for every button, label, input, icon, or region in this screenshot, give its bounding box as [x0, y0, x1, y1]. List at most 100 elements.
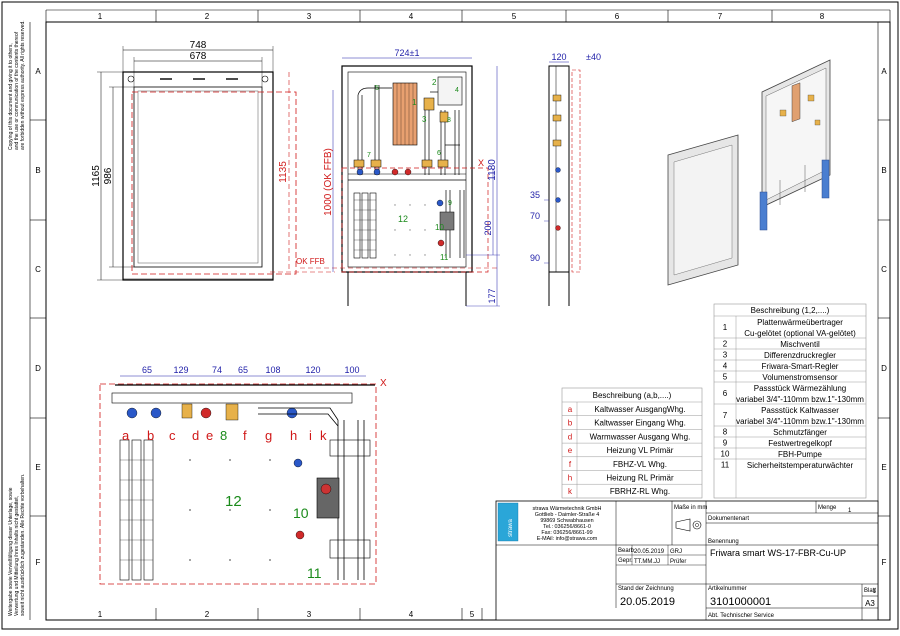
center-x-mark: X: [478, 158, 484, 168]
column-label-bottom: 3: [307, 610, 312, 619]
legend-alpha-table: Beschreibung (a,b,....) a Kaltwasser Ausg…: [561, 387, 703, 499]
detail-letter: d: [192, 428, 199, 443]
legend-numeric-text: FBH-Pumpe: [778, 450, 823, 459]
logo-text: strawa: [508, 519, 514, 537]
legend-numeric-text: Mischventil: [780, 340, 820, 349]
legend-alpha-text: Kaltwasser Eingang Whg.: [594, 419, 686, 428]
row-label-right: E: [881, 463, 886, 472]
legend-numeric-text: Schmutzfänger: [773, 428, 827, 437]
detail-letter: h: [290, 428, 297, 443]
legend-alpha-key: a: [568, 405, 573, 414]
legend-numeric-text: Sicherheitstemperaturwächter: [747, 461, 854, 470]
detail-dim: 65: [142, 365, 152, 375]
height-177: 177: [487, 288, 497, 303]
weitergabe-line: soweit nicht ausdrücklich zugestanden. A…: [20, 474, 26, 616]
side-dim-70: 70: [530, 211, 540, 221]
detail-letter: f: [243, 428, 247, 443]
ok-ffb-label: OK FFB: [296, 257, 325, 266]
column-label: 6: [615, 12, 620, 21]
column-label: 2: [205, 12, 210, 21]
legend-numeric-key: 2: [723, 340, 728, 349]
legend-numeric-key: 5: [723, 373, 728, 382]
side-dim-35: 35: [530, 190, 540, 200]
row-label-right: B: [881, 166, 886, 175]
detail-num-12: 12: [225, 493, 242, 510]
front-view: 748 678 1165 986: [91, 40, 297, 281]
artikel-value: 3101000001: [710, 596, 771, 608]
gepr-label: Gepr.: [618, 558, 633, 564]
stand-label: Stand der Zeichnung: [618, 586, 674, 592]
center-label-6: 6: [437, 150, 441, 157]
center-label-1: 1: [412, 98, 417, 107]
massstab-label: Maße in mm: [674, 505, 707, 511]
center-label-5: 5: [375, 85, 379, 92]
legend-alpha-text: Warmwasser Ausgang Whg.: [590, 432, 691, 441]
gepr-name: Prüfer: [670, 559, 686, 565]
legend-alpha-text: Heizung VL Primär: [607, 446, 674, 455]
detail-x-mark: X: [380, 378, 387, 389]
legend-numeric-key: 3: [723, 351, 728, 360]
height-200: 200: [483, 220, 493, 235]
company-line: E-MAil: info@strawa.com: [537, 536, 598, 542]
center-view: 5 2 4 1 3 8 6 7 9 10 11 12 724±1 OK FFB …: [296, 48, 500, 307]
legend-numeric-table: Beschreibung (1,2,....) 1 Plattenwärmeübe…: [713, 303, 867, 499]
column-label: 7: [718, 12, 723, 21]
legend-numeric-key: 8: [723, 428, 728, 437]
legend-numeric-key: 4: [723, 362, 728, 371]
detail-letter: b: [147, 428, 154, 443]
copyright-line: are forbidden without express authority.…: [20, 20, 26, 150]
detail-letter: k: [320, 428, 327, 443]
format-value: A3: [865, 599, 875, 608]
detail-letter: e: [206, 428, 213, 443]
row-label-right: A: [881, 67, 887, 76]
legend-numeric-text: Passstück Kaltwasser: [761, 406, 839, 415]
title-block: strawa strawa Wärmetechnik GmbH Gottlieb…: [495, 500, 879, 621]
row-label: A: [35, 67, 41, 76]
center-label-4: 4: [455, 87, 459, 94]
abteilung-label: Abt. Technischer Service: [708, 613, 775, 619]
legend-alpha-text: FBRHZ-RL Whg.: [610, 487, 670, 496]
legend-numeric-title: Beschreibung (1,2,....): [751, 306, 830, 315]
column-label-bottom: 4: [409, 610, 414, 619]
column-label: 8: [820, 12, 825, 21]
gepr-date: TT.MM.JJ: [634, 559, 660, 565]
detail-dim: 100: [344, 365, 359, 375]
legend-numeric-text: Differenzdruckregler: [764, 351, 836, 360]
legend-numeric-key: 1: [723, 323, 728, 332]
column-label-bottom: 1: [98, 610, 103, 619]
center-label-11: 11: [440, 253, 449, 262]
detail-num-10: 10: [293, 505, 309, 521]
front-width-inner: 678: [190, 51, 207, 62]
legend-alpha-key: h: [568, 474, 572, 483]
detail-letter: a: [122, 428, 130, 443]
legend-numeric-text: Plattenwärmeübertrager: [757, 318, 843, 327]
dokumentenart-label: Dokumentenart: [708, 516, 749, 522]
legend-alpha-text: Kaltwasser AusgangWhg.: [594, 405, 685, 414]
legend-alpha-text: FBHZ-VL Whg.: [613, 460, 667, 469]
legend-alpha-text: Heizung RL Primär: [606, 474, 674, 483]
side-view: 120 ±40 35 70 90: [530, 52, 601, 306]
column-label: 3: [307, 12, 312, 21]
column-label: 5: [512, 12, 517, 21]
legend-numeric-text: Festwertregelkopf: [768, 439, 832, 448]
height-1180: 1180: [487, 159, 498, 181]
center-width-724: 724±1: [395, 48, 420, 58]
height-1135: 1135: [278, 161, 289, 183]
detail-letter: c: [169, 428, 176, 443]
row-label: F: [36, 558, 41, 567]
row-label-right: D: [881, 364, 887, 373]
column-label: 1: [98, 12, 103, 21]
row-label: B: [35, 166, 40, 175]
row-label-right: F: [882, 558, 887, 567]
drawing-canvas: 1 2 3 4 5 6 7 8 1 2 3 4 5 A B C D E F A …: [1, 1, 899, 630]
bearb-date: 20.05.2019: [634, 549, 665, 555]
legend-alpha-key: d: [568, 432, 572, 441]
detail-letter: g: [265, 428, 272, 443]
legend-numeric-text: Passstück Wärmezählung: [754, 384, 846, 393]
detail-num-8: 8: [220, 428, 227, 443]
legend-numeric-key: 6: [723, 389, 728, 398]
row-label-right: C: [881, 265, 887, 274]
detail-dim: 74: [212, 365, 222, 375]
center-label-2: 2: [432, 78, 437, 87]
side-width-120: 120: [551, 52, 566, 62]
